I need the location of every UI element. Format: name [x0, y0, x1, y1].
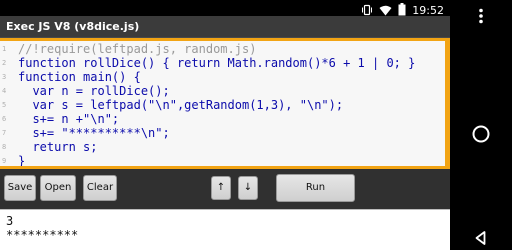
code-editor-frame: 1 //!require(leftpad.js, random.js) 2 fu…	[0, 38, 450, 169]
save-button[interactable]: Save	[4, 175, 36, 201]
code-line: 6 s+= n +"\n";	[0, 112, 445, 127]
line-number: 5	[2, 101, 7, 109]
code-line: 7 s+= "**********\n";	[0, 126, 445, 141]
code-editor[interactable]: 1 //!require(leftpad.js, random.js) 2 fu…	[0, 41, 445, 166]
status-bar: 19:52	[0, 0, 450, 17]
line-number: 2	[2, 59, 7, 67]
code-text: function main() {	[18, 70, 141, 84]
code-line: 4 var n = rollDice();	[0, 84, 445, 99]
line-number: 6	[2, 115, 7, 123]
toolbar: Save Open Clear ↑ ↓ Run	[0, 169, 450, 209]
code-line: 3 function main() {	[0, 70, 445, 85]
code-text: s+= "**********\n";	[18, 126, 170, 140]
code-text: function rollDice() { return Math.random…	[18, 56, 416, 70]
line-number: 1	[2, 45, 7, 53]
line-number: 4	[2, 87, 7, 95]
output-line: **********	[6, 228, 79, 242]
history-down-button[interactable]: ↓	[238, 176, 258, 200]
code-text: s+= n +"\n";	[18, 112, 120, 126]
open-button[interactable]: Open	[40, 175, 76, 201]
run-button[interactable]: Run	[276, 174, 355, 202]
menu-icon[interactable]	[450, 6, 512, 26]
clear-button[interactable]: Clear	[83, 175, 117, 201]
line-number: 7	[2, 129, 7, 137]
code-text: var n = rollDice();	[18, 84, 170, 98]
code-line: 1 //!require(leftpad.js, random.js)	[0, 42, 445, 57]
line-number: 3	[2, 73, 7, 81]
home-icon[interactable]	[450, 122, 512, 146]
line-number: 9	[2, 157, 7, 165]
app-title: Exec JS V8 (v8dice.js)	[6, 20, 140, 33]
title-bar: Exec JS V8 (v8dice.js)	[0, 16, 450, 38]
code-line: 2 function rollDice() { return Math.rand…	[0, 56, 445, 71]
app-window: 19:52 Exec JS V8 (v8dice.js) 1 //!requir…	[0, 0, 450, 250]
code-line: 9 }	[0, 154, 445, 166]
code-text: }	[18, 154, 26, 166]
line-number: 8	[2, 143, 7, 151]
code-text: return s;	[18, 140, 98, 154]
code-line: 8 return s;	[0, 140, 445, 155]
code-text: var s = leftpad("\n",getRandom(1,3), "\n…	[18, 98, 344, 112]
back-icon[interactable]	[450, 228, 512, 248]
navigation-bar	[450, 0, 512, 250]
code-line: 5 var s = leftpad("\n",getRandom(1,3), "…	[0, 98, 445, 113]
code-text: //!require(leftpad.js, random.js)	[18, 42, 257, 56]
output-line: 3	[6, 214, 14, 228]
output-console: 3 **********	[0, 209, 450, 250]
history-up-button[interactable]: ↑	[211, 176, 231, 200]
